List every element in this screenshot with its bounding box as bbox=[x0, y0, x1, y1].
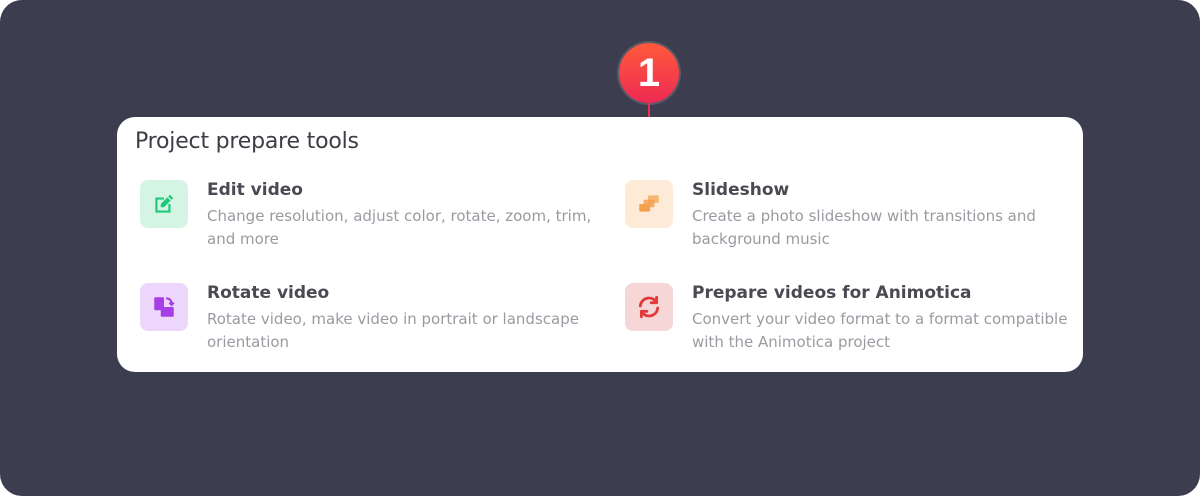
step-callout-badge: 1 bbox=[619, 43, 679, 103]
slides-icon bbox=[625, 180, 673, 228]
tool-name: Prepare videos for Animotica bbox=[692, 283, 972, 303]
tool-rotate-video[interactable]: Rotate video Rotate video, make video in… bbox=[140, 283, 590, 363]
card-title: Project prepare tools bbox=[135, 129, 359, 154]
project-prepare-tools-card: Project prepare tools Edit video Change … bbox=[117, 117, 1083, 372]
edit-icon bbox=[140, 180, 188, 228]
background-stage: 1 Project prepare tools Edit video Chang… bbox=[0, 0, 1200, 496]
tool-edit-video[interactable]: Edit video Change resolution, adjust col… bbox=[140, 180, 591, 260]
tool-slideshow[interactable]: Slideshow Create a photo slideshow with … bbox=[625, 180, 1075, 260]
rotate-icon bbox=[140, 283, 188, 331]
tool-description: Rotate video, make video in portrait or … bbox=[207, 310, 579, 351]
tool-description: Create a photo slideshow with transition… bbox=[692, 207, 1036, 248]
tool-name: Edit video bbox=[207, 180, 303, 200]
tool-name: Rotate video bbox=[207, 283, 330, 303]
tool-name: Slideshow bbox=[692, 180, 790, 200]
tool-prepare-videos-for-animotica[interactable]: Prepare videos for Animotica Convert you… bbox=[625, 283, 1075, 363]
tool-description: Convert your video format to a format co… bbox=[692, 310, 1068, 351]
convert-icon bbox=[625, 283, 673, 331]
tool-description: Change resolution, adjust color, rotate,… bbox=[207, 207, 592, 248]
